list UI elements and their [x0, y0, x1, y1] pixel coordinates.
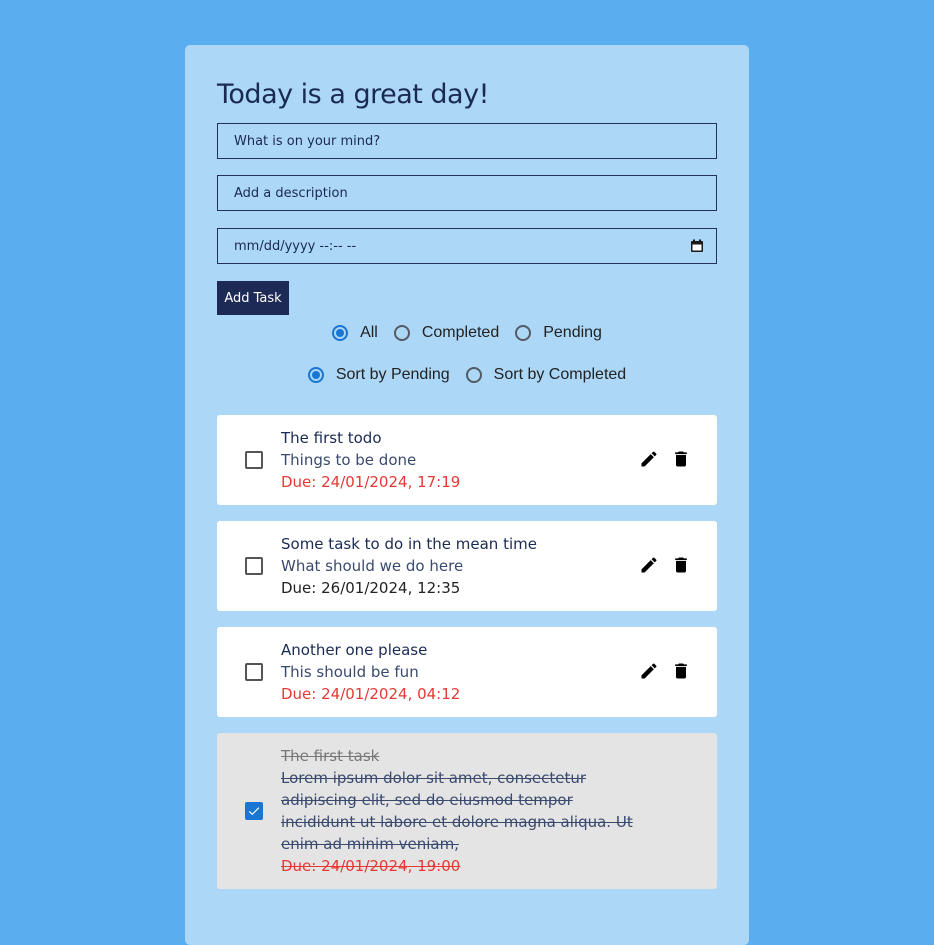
filter-option-label: Completed	[421, 324, 500, 341]
filter-radio-group: All Completed Pending	[185, 324, 749, 342]
task-description-placeholder: Add a description	[234, 185, 348, 201]
page-title: Today is a great day!	[217, 79, 489, 110]
todo-actions	[637, 553, 701, 577]
trash-icon[interactable]	[669, 659, 693, 683]
filter-option-all[interactable]: All	[332, 324, 378, 342]
due-date-placeholder: mm/dd/yyyy --:-- --	[234, 238, 357, 254]
trash-icon[interactable]	[669, 447, 693, 471]
sort-option-completed[interactable]: Sort by Completed	[465, 366, 627, 384]
calendar-icon[interactable]	[690, 239, 704, 253]
radio-button[interactable]	[307, 367, 324, 383]
todo-item: Some task to do in the mean time What sh…	[217, 521, 717, 611]
todo-due-date: Due: 24/01/2024, 17:19	[281, 473, 461, 491]
radio-button[interactable]	[465, 367, 482, 383]
todo-actions	[637, 659, 701, 683]
todo-item-completed: The first task Lorem ipsum dolor sit ame…	[217, 733, 717, 889]
pencil-icon[interactable]	[637, 553, 661, 577]
pencil-icon[interactable]	[637, 659, 661, 683]
sort-option-label: Sort by Pending	[335, 366, 450, 383]
todo-description: What should we do here	[281, 557, 464, 575]
todo-due-date: Due: 26/01/2024, 12:35	[281, 579, 461, 597]
task-title-input[interactable]: What is on your mind?	[217, 123, 717, 159]
sort-option-label: Sort by Completed	[493, 366, 627, 383]
filter-option-label: All	[360, 324, 378, 341]
todo-checkbox[interactable]	[245, 663, 263, 681]
filter-option-label: Pending	[543, 324, 602, 341]
task-description-input[interactable]: Add a description	[217, 175, 717, 211]
todo-card: Today is a great day! What is on your mi…	[185, 45, 749, 945]
trash-icon[interactable]	[669, 553, 693, 577]
todo-checkbox[interactable]	[245, 557, 263, 575]
todo-title: Another one please	[281, 641, 428, 659]
todo-checkbox-checked[interactable]	[245, 802, 263, 820]
todo-description: Lorem ipsum dolor sit amet, consectetur …	[281, 769, 633, 853]
todo-text: Some task to do in the mean time What sh…	[281, 533, 641, 599]
todo-item: The first todo Things to be done Due: 24…	[217, 415, 717, 505]
sort-option-pending[interactable]: Sort by Pending	[307, 366, 450, 384]
todo-actions	[637, 447, 701, 471]
todo-item: Another one please This should be fun Du…	[217, 627, 717, 717]
add-task-button[interactable]: Add Task	[217, 281, 289, 315]
todo-due-date: Due: 24/01/2024, 04:12	[281, 685, 461, 703]
todo-text: The first task Lorem ipsum dolor sit ame…	[281, 745, 641, 877]
todo-checkbox[interactable]	[245, 451, 263, 469]
pencil-icon[interactable]	[637, 447, 661, 471]
radio-button[interactable]	[515, 325, 532, 341]
due-date-input[interactable]: mm/dd/yyyy --:-- --	[217, 228, 717, 264]
sort-radio-group: Sort by Pending Sort by Completed	[185, 366, 749, 384]
todo-description: Things to be done	[281, 451, 417, 469]
todo-text: The first todo Things to be done Due: 24…	[281, 427, 641, 493]
todo-description: This should be fun	[281, 663, 419, 681]
todo-text: Another one please This should be fun Du…	[281, 639, 641, 705]
todo-title: The first todo	[281, 429, 382, 447]
radio-button[interactable]	[332, 325, 349, 341]
todo-title: Some task to do in the mean time	[281, 535, 537, 553]
task-title-placeholder: What is on your mind?	[234, 133, 381, 149]
todo-title: The first task	[281, 747, 380, 765]
todo-due-date: Due: 24/01/2024, 19:00	[281, 857, 461, 875]
radio-button[interactable]	[393, 325, 410, 341]
filter-option-pending[interactable]: Pending	[515, 324, 602, 342]
filter-option-completed[interactable]: Completed	[393, 324, 500, 342]
